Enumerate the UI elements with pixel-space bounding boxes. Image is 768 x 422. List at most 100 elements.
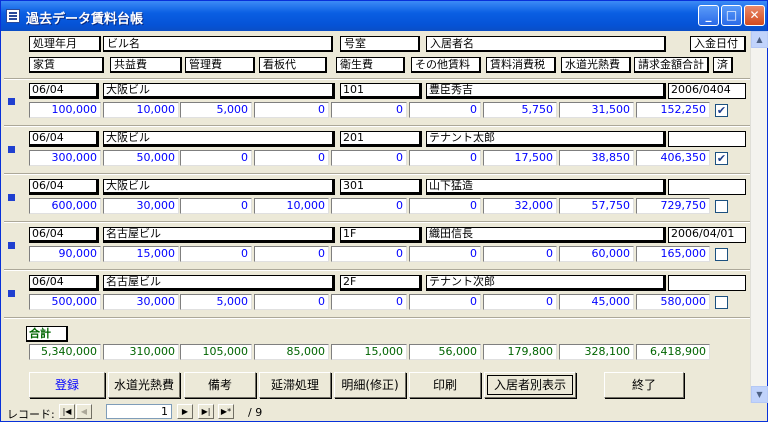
- tenant-field[interactable]: 豊臣秀吉: [426, 83, 666, 99]
- next-record-icon[interactable]: ▶: [177, 404, 193, 419]
- payment-date-field[interactable]: 2006/0404: [668, 83, 746, 99]
- vertical-scrollbar[interactable]: ▲ ▼: [750, 31, 768, 403]
- amount-field[interactable]: 0: [254, 246, 329, 262]
- prev-record-icon[interactable]: ◀: [76, 404, 92, 419]
- amount-field[interactable]: 0: [331, 246, 407, 262]
- tenant-field[interactable]: 山下猛造: [426, 179, 666, 195]
- amount-field[interactable]: 31,500: [559, 102, 634, 118]
- amount-field[interactable]: 50,000: [103, 150, 179, 166]
- amount-field[interactable]: 32,000: [483, 198, 557, 214]
- amount-field[interactable]: 90,000: [29, 246, 101, 262]
- tenant-field[interactable]: 織田信長: [426, 227, 666, 243]
- command-button[interactable]: 明細(修正): [334, 372, 406, 398]
- last-record-icon[interactable]: ▶|: [198, 404, 214, 419]
- amount-field[interactable]: 729,750: [636, 198, 710, 214]
- amount-field[interactable]: 45,000: [559, 294, 634, 310]
- amount-field[interactable]: 0: [180, 198, 252, 214]
- payment-date-field[interactable]: 2006/04/01: [668, 227, 746, 243]
- paid-checkbox[interactable]: ✔: [715, 104, 728, 117]
- year-month-field[interactable]: 06/04: [29, 131, 99, 147]
- amount-field[interactable]: 0: [254, 150, 329, 166]
- amount-field[interactable]: 17,500: [483, 150, 557, 166]
- scroll-down-icon[interactable]: ▼: [751, 386, 768, 403]
- amount-field[interactable]: 0: [409, 150, 481, 166]
- amount-field[interactable]: 0: [409, 102, 481, 118]
- amount-field[interactable]: 30,000: [103, 294, 179, 310]
- amount-field[interactable]: 0: [409, 294, 481, 310]
- record-selector[interactable]: [8, 146, 15, 153]
- room-field[interactable]: 1F: [340, 227, 422, 243]
- building-field[interactable]: 大阪ビル: [103, 131, 335, 147]
- amount-field[interactable]: 0: [331, 150, 407, 166]
- amount-field[interactable]: 152,250: [636, 102, 710, 118]
- record-selector[interactable]: [8, 194, 15, 201]
- amount-field[interactable]: 10,000: [254, 198, 329, 214]
- building-field[interactable]: 名古屋ビル: [103, 275, 335, 291]
- record-selector[interactable]: [8, 290, 15, 297]
- paid-checkbox[interactable]: [715, 248, 728, 261]
- close-button[interactable]: ✕: [744, 5, 765, 26]
- amount-field[interactable]: 600,000: [29, 198, 101, 214]
- record-number-input[interactable]: 1: [106, 404, 172, 419]
- amount-field[interactable]: 0: [331, 294, 407, 310]
- room-field[interactable]: 201: [340, 131, 422, 147]
- command-button[interactable]: 延滞処理: [259, 372, 331, 398]
- year-month-field[interactable]: 06/04: [29, 227, 99, 243]
- amount-field[interactable]: 500,000: [29, 294, 101, 310]
- payment-date-field[interactable]: [668, 275, 746, 291]
- amount-field[interactable]: 5,750: [483, 102, 557, 118]
- amount-field[interactable]: 0: [409, 198, 481, 214]
- amount-field[interactable]: 0: [409, 246, 481, 262]
- maximize-button[interactable]: □: [721, 5, 742, 26]
- command-button[interactable]: 終了: [604, 372, 684, 398]
- amount-field[interactable]: 0: [483, 294, 557, 310]
- amount-field[interactable]: 0: [331, 198, 407, 214]
- year-month-field[interactable]: 06/04: [29, 179, 99, 195]
- amount-field[interactable]: 0: [180, 246, 252, 262]
- tenant-field[interactable]: テナント太郎: [426, 131, 666, 147]
- amount-field[interactable]: 0: [254, 294, 329, 310]
- amount-field[interactable]: 0: [483, 246, 557, 262]
- amount-field[interactable]: 38,850: [559, 150, 634, 166]
- year-month-field[interactable]: 06/04: [29, 275, 99, 291]
- new-record-icon[interactable]: ▶*: [218, 404, 234, 419]
- command-button[interactable]: 印刷: [409, 372, 481, 398]
- building-field[interactable]: 大阪ビル: [103, 83, 335, 99]
- amount-field[interactable]: 406,350: [636, 150, 710, 166]
- room-field[interactable]: 2F: [340, 275, 422, 291]
- command-button[interactable]: 備考: [184, 372, 256, 398]
- scroll-up-icon[interactable]: ▲: [751, 31, 768, 48]
- paid-checkbox[interactable]: [715, 200, 728, 213]
- paid-checkbox[interactable]: [715, 296, 728, 309]
- amount-field[interactable]: 15,000: [103, 246, 179, 262]
- record-selector[interactable]: [8, 242, 15, 249]
- amount-field[interactable]: 5,000: [180, 294, 252, 310]
- amount-field[interactable]: 60,000: [559, 246, 634, 262]
- tenant-field[interactable]: テナント次郎: [426, 275, 666, 291]
- amount-field[interactable]: 100,000: [29, 102, 101, 118]
- amount-field[interactable]: 0: [180, 150, 252, 166]
- command-button[interactable]: 水道光熱費: [108, 372, 180, 398]
- building-field[interactable]: 名古屋ビル: [103, 227, 335, 243]
- amount-field[interactable]: 30,000: [103, 198, 179, 214]
- room-field[interactable]: 101: [340, 83, 422, 99]
- room-field[interactable]: 301: [340, 179, 422, 195]
- paid-checkbox[interactable]: ✔: [715, 152, 728, 165]
- amount-field[interactable]: 165,000: [636, 246, 710, 262]
- amount-field[interactable]: 0: [331, 102, 407, 118]
- payment-date-field[interactable]: [668, 131, 746, 147]
- record-selector[interactable]: [8, 98, 15, 105]
- payment-date-field[interactable]: [668, 179, 746, 195]
- minimize-button[interactable]: _: [698, 5, 719, 26]
- amount-field[interactable]: 300,000: [29, 150, 101, 166]
- form-icon[interactable]: [6, 9, 20, 23]
- building-field[interactable]: 大阪ビル: [103, 179, 335, 195]
- first-record-icon[interactable]: |◀: [59, 404, 75, 419]
- amount-field[interactable]: 10,000: [103, 102, 179, 118]
- year-month-field[interactable]: 06/04: [29, 83, 99, 99]
- title-bar[interactable]: 過去データ賃料台帳 _ □ ✕: [1, 1, 767, 31]
- command-button[interactable]: 登録: [29, 372, 105, 398]
- command-button[interactable]: 入居者別表示: [484, 372, 576, 398]
- amount-field[interactable]: 580,000: [636, 294, 710, 310]
- amount-field[interactable]: 57,750: [559, 198, 634, 214]
